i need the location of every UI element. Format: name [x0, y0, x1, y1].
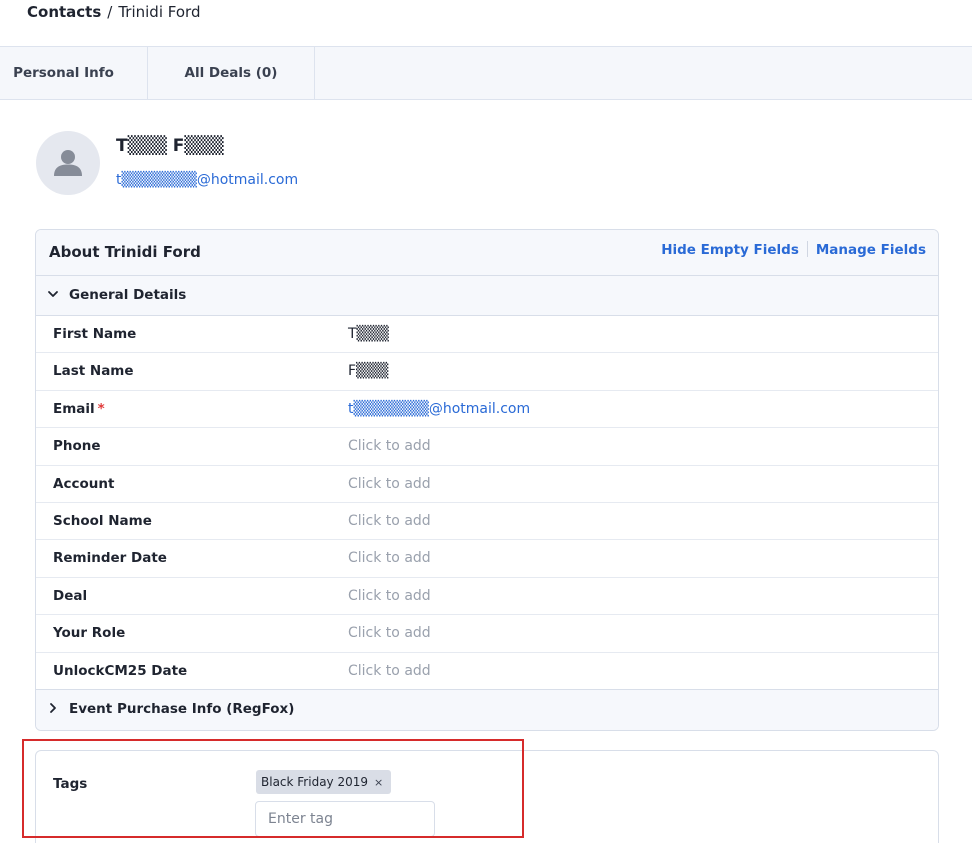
contact-email-link[interactable]: t▒▒▒▒▒▒▒@hotmail.com — [116, 172, 298, 188]
tab-personal-info[interactable]: Personal Info — [0, 47, 148, 99]
field-label: Deal — [53, 587, 88, 604]
field-label: First Name — [53, 326, 137, 342]
about-card-header: About Trinidi Ford Hide Empty Fields Mana… — [36, 230, 938, 276]
contact-name: T▒▒▒ F▒▒▒ — [116, 136, 224, 156]
tab-bar: Personal Info All Deals (0) — [0, 46, 972, 100]
general-details-toggle[interactable]: General Details — [36, 276, 938, 316]
field-row-phone[interactable]: Phone Click to add — [36, 428, 938, 466]
field-label: UnlockCM25 Date — [53, 662, 188, 679]
event-purchase-info-label: Event Purchase Info (RegFox) — [69, 701, 295, 717]
tab-all-deals[interactable]: All Deals (0) — [148, 47, 315, 99]
click-to-add[interactable]: Click to add — [348, 513, 431, 529]
click-to-add[interactable]: Click to add — [348, 588, 431, 604]
field-label: Phone — [53, 438, 101, 455]
required-marker: * — [97, 400, 105, 417]
tags-label: Tags — [53, 776, 88, 792]
field-row-deal[interactable]: Deal Click to add — [36, 578, 938, 616]
breadcrumb: Contacts / Trinidi Ford — [27, 2, 200, 22]
click-to-add[interactable]: Click to add — [348, 625, 431, 641]
field-value[interactable]: T▒▒▒ — [348, 326, 389, 342]
field-row-your-role[interactable]: Your Role Click to add — [36, 615, 938, 653]
field-label: Account — [53, 475, 115, 492]
about-card-actions: Hide Empty Fields Manage Fields — [661, 241, 926, 258]
click-to-add[interactable]: Click to add — [348, 550, 431, 566]
about-card-title: About Trinidi Ford — [49, 243, 201, 261]
field-value[interactable]: F▒▒▒ — [348, 363, 388, 379]
field-label: Reminder Date — [53, 550, 167, 567]
click-to-add[interactable]: Click to add — [348, 663, 431, 679]
field-label: Your Role — [53, 625, 126, 642]
breadcrumb-current: Trinidi Ford — [118, 3, 201, 21]
field-label: Email * — [53, 401, 105, 417]
field-row-first-name[interactable]: First Name T▒▒▒ — [36, 316, 938, 354]
event-purchase-info-toggle[interactable]: Event Purchase Info (RegFox) — [36, 689, 938, 730]
field-value-email-link[interactable]: t▒▒▒▒▒▒▒@hotmail.com — [348, 401, 530, 417]
field-row-reminder-date[interactable]: Reminder Date Click to add — [36, 540, 938, 578]
tag-chip-label: Black Friday 2019 — [261, 775, 369, 789]
general-details-label: General Details — [69, 287, 187, 303]
tags-card: Tags Black Friday 2019 × — [35, 750, 939, 843]
general-details-fields: First Name T▒▒▒ Last Name F▒▒▒ Email * t▒… — [36, 316, 938, 690]
remove-tag-icon[interactable]: × — [374, 776, 383, 789]
tag-input[interactable] — [255, 801, 435, 837]
field-row-email[interactable]: Email * t▒▒▒▒▒▒▒@hotmail.com — [36, 391, 938, 429]
click-to-add[interactable]: Click to add — [348, 438, 431, 454]
field-row-account[interactable]: Account Click to add — [36, 466, 938, 503]
field-row-last-name[interactable]: Last Name F▒▒▒ — [36, 353, 938, 391]
avatar — [36, 131, 100, 195]
chevron-right-icon — [50, 703, 56, 713]
chevron-down-icon — [48, 291, 58, 297]
field-label-text: Email — [53, 400, 95, 417]
field-row-unlockcm25-date[interactable]: UnlockCM25 Date Click to add — [36, 653, 938, 690]
breadcrumb-separator: / — [107, 3, 113, 21]
hide-empty-fields-link[interactable]: Hide Empty Fields — [661, 242, 799, 258]
actions-divider — [806, 241, 808, 257]
about-card: About Trinidi Ford Hide Empty Fields Mana… — [35, 229, 939, 731]
user-icon — [54, 150, 82, 176]
field-label: School Name — [53, 512, 152, 529]
manage-fields-link[interactable]: Manage Fields — [816, 242, 926, 258]
click-to-add[interactable]: Click to add — [348, 476, 431, 492]
breadcrumb-contacts-link[interactable]: Contacts — [27, 3, 101, 21]
field-label: Last Name — [53, 363, 134, 380]
tag-chip: Black Friday 2019 × — [256, 770, 392, 794]
field-row-school-name[interactable]: School Name Click to add — [36, 503, 938, 541]
